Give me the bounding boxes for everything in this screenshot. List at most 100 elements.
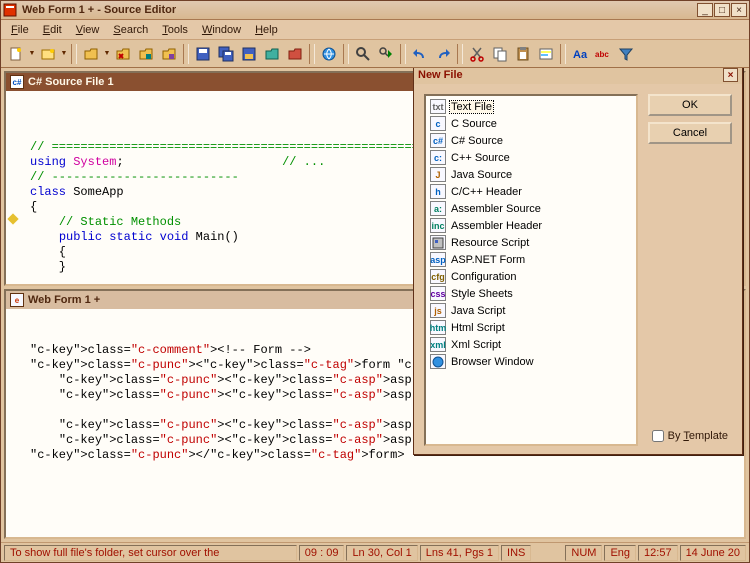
open-purple-icon[interactable] [158, 43, 180, 65]
file-type-item[interactable]: txtText File [428, 98, 634, 115]
menu-edit[interactable]: Edit [37, 22, 68, 38]
svg-text:abc: abc [595, 50, 609, 59]
csharp-pane-title: C# Source File 1 [28, 76, 114, 88]
file-type-icon: css [430, 286, 446, 301]
find-icon[interactable] [352, 43, 374, 65]
format-aa-icon[interactable]: Aa [569, 43, 591, 65]
workspace: c# C# Source File 1 × // ===============… [1, 68, 749, 542]
file-type-label: Xml Script [450, 339, 502, 351]
toolbar-separator [183, 44, 189, 64]
dialog-close-button[interactable]: × [723, 68, 738, 82]
menu-help[interactable]: Help [249, 22, 284, 38]
file-type-item[interactable]: c#C# Source [428, 132, 634, 149]
file-type-label: Java Source [450, 169, 513, 181]
file-type-label: ASP.NET Form [450, 254, 526, 266]
file-type-label: Configuration [450, 271, 517, 283]
file-type-item[interactable]: cC Source [428, 115, 634, 132]
open-folder-icon[interactable] [80, 43, 102, 65]
svg-text:Aa: Aa [573, 49, 588, 61]
by-template-checkbox[interactable]: By Template [652, 430, 728, 442]
file-type-label: Resource Script [450, 237, 530, 249]
file-type-item[interactable]: cfg Configuration [428, 268, 634, 285]
by-template-label: By Template [668, 430, 728, 442]
file-type-icon: htm [430, 320, 446, 335]
redo-icon[interactable] [432, 43, 454, 65]
minimize-button[interactable]: _ [697, 3, 713, 17]
folder-teal-icon[interactable] [261, 43, 283, 65]
format-abc-icon[interactable]: abc [592, 43, 614, 65]
cut-icon[interactable] [466, 43, 488, 65]
menu-view[interactable]: View [70, 22, 106, 38]
file-type-label: C/C++ Header [450, 186, 523, 198]
file-type-icon: c: [430, 150, 446, 165]
file-type-icon [430, 354, 446, 369]
file-type-icon: c# [430, 133, 446, 148]
app-icon [3, 2, 19, 18]
file-type-label: Html Script [450, 322, 506, 334]
menu-window[interactable]: Window [196, 22, 247, 38]
file-type-item[interactable]: jsJava Script [428, 302, 634, 319]
menu-file[interactable]: File [5, 22, 35, 38]
file-type-item[interactable]: cssStyle Sheets [428, 285, 634, 302]
undo-icon[interactable] [409, 43, 431, 65]
cancel-button[interactable]: Cancel [648, 122, 732, 144]
file-type-icon: h [430, 184, 446, 199]
toolbar-separator [71, 44, 77, 64]
file-type-item[interactable]: c:C++ Source [428, 149, 634, 166]
new-project-dropdown[interactable]: ▼ [60, 50, 68, 57]
new-file-icon[interactable] [5, 43, 27, 65]
breakpoint-icon[interactable] [7, 213, 18, 224]
file-type-item[interactable]: xml Xml Script [428, 336, 634, 353]
file-type-icon: xml [430, 337, 446, 352]
new-file-dialog: New File × txtText FilecC Sourcec#C# Sou… [413, 68, 743, 455]
file-type-item[interactable]: a: Assembler Source [428, 200, 634, 217]
file-type-item[interactable]: htm Html Script [428, 319, 634, 336]
paste-icon[interactable] [512, 43, 534, 65]
status-hint: To show full file's folder, set cursor o… [4, 545, 297, 561]
file-type-item[interactable]: incAssembler Header [428, 217, 634, 234]
status-language[interactable]: Eng [604, 545, 636, 561]
copy-icon[interactable] [489, 43, 511, 65]
file-type-label: Assembler Source [450, 203, 542, 215]
maximize-button[interactable]: □ [714, 3, 730, 17]
file-type-icon: J [430, 167, 446, 182]
by-template-input[interactable] [652, 430, 664, 442]
file-type-item[interactable]: Resource Script [428, 234, 634, 251]
title-bar: Web Form 1 + - Source Editor _ □ × [1, 1, 749, 20]
menu-search[interactable]: Search [107, 22, 154, 38]
find-next-icon[interactable] [375, 43, 397, 65]
file-type-label: Browser Window [450, 356, 535, 368]
file-type-label: Java Script [450, 305, 506, 317]
open-red-icon[interactable] [112, 43, 134, 65]
new-project-icon[interactable] [37, 43, 59, 65]
save-icon[interactable] [192, 43, 214, 65]
file-type-list[interactable]: txtText FilecC Sourcec#C# Sourcec:C++ So… [424, 94, 638, 446]
file-type-item[interactable]: Browser Window [428, 353, 634, 370]
open-folder-dropdown[interactable]: ▼ [103, 50, 111, 57]
status-line-col: Ln 30, Col 1 [346, 545, 417, 561]
file-type-label: C Source [450, 118, 498, 130]
menu-tools[interactable]: Tools [156, 22, 194, 38]
ok-button[interactable]: OK [648, 94, 732, 116]
file-type-item[interactable]: h C/C++ Header [428, 183, 634, 200]
close-button[interactable]: × [731, 3, 747, 17]
webform-file-icon: e [10, 293, 24, 307]
open-teal-icon[interactable] [135, 43, 157, 65]
save-all-icon[interactable] [215, 43, 237, 65]
toolbar-separator [309, 44, 315, 64]
ie-icon[interactable] [318, 43, 340, 65]
toolbar: ▼ ▼ ▼ Aaabc [1, 40, 749, 68]
folder-red-icon[interactable] [284, 43, 306, 65]
status-numlock: NUM [565, 545, 602, 561]
status-lines-pages: Lns 41, Pgs 1 [420, 545, 499, 561]
webform-pane-title: Web Form 1 + [28, 294, 100, 306]
funnel-icon[interactable] [615, 43, 637, 65]
status-insert-mode[interactable]: INS [501, 545, 531, 561]
file-type-item[interactable]: J Java Source [428, 166, 634, 183]
new-file-dropdown[interactable]: ▼ [28, 50, 36, 57]
file-type-item[interactable]: aspASP.NET Form [428, 251, 634, 268]
file-type-icon: cfg [430, 269, 446, 284]
file-type-icon: a: [430, 201, 446, 216]
highlight-icon[interactable] [535, 43, 557, 65]
save-folder-icon[interactable] [238, 43, 260, 65]
